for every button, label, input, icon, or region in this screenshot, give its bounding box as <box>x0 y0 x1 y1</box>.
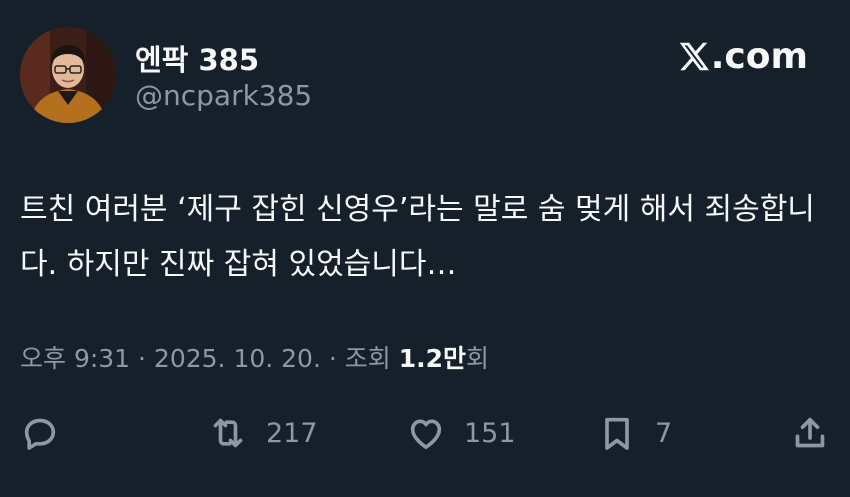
share-button[interactable] <box>790 412 830 454</box>
retweet-count: 217 <box>266 417 318 449</box>
view-count: 1.2만 <box>398 344 466 373</box>
author-avatar[interactable] <box>20 27 116 123</box>
like-count: 151 <box>464 417 516 449</box>
author-display-name[interactable]: 엔팍 385 <box>135 37 259 79</box>
retweet-button[interactable]: 217 <box>208 412 318 454</box>
brand-logo: .com <box>677 36 808 77</box>
action-bar: 217 151 7 <box>20 412 832 454</box>
tweet-timestamp[interactable]: 오후 9:31 · 2025. 10. 20. · 조회 <box>20 344 399 373</box>
retweet-icon <box>213 418 243 448</box>
bookmark-icon <box>605 417 629 450</box>
bookmark-count: 7 <box>655 417 673 449</box>
tweet-text: 트친 여러분 ‘제구 잡힌 신영우’라는 말로 숨 멎게 해서 죄송합니다. 하… <box>20 192 815 282</box>
like-button[interactable]: 151 <box>406 412 516 454</box>
brand-label: .com <box>710 36 808 77</box>
reply-icon <box>24 418 56 450</box>
share-icon <box>795 417 825 448</box>
tweet-meta: 오후 9:31 · 2025. 10. 20. · 조회 1.2만회 <box>20 339 489 375</box>
view-count-suffix: 회 <box>466 344 490 373</box>
heart-icon <box>410 419 442 449</box>
reply-button[interactable] <box>20 412 60 454</box>
x-logo-icon <box>679 42 709 71</box>
bookmark-button[interactable]: 7 <box>597 412 672 454</box>
author-handle[interactable]: @ncpark385 <box>135 79 312 112</box>
